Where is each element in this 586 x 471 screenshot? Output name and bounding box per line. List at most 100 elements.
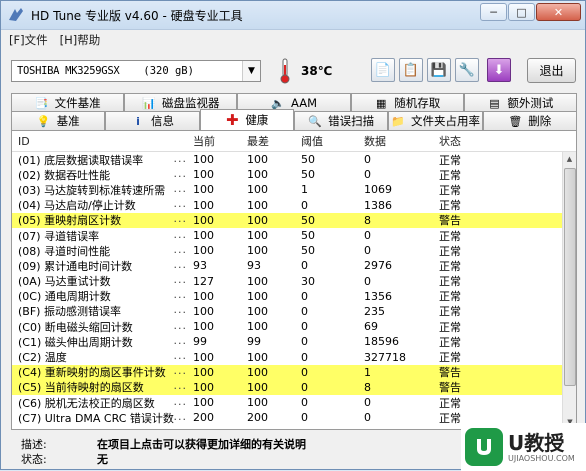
attr-worst: 100	[247, 199, 301, 212]
table-row[interactable]: (03) 马达旋转到标准转速所需... 100 100 1 1069 正常	[12, 182, 576, 197]
attr-threshold-text: 0	[301, 411, 308, 425]
tab-folder-usage[interactable]: 📁 文件夹占用率	[388, 111, 483, 130]
table-row[interactable]: (C4) 重新映射的扇区事件计数... 100 100 0 1 警告	[12, 364, 576, 380]
menu-help[interactable]: [H]帮助	[60, 32, 101, 48]
maximize-button[interactable]: □	[508, 3, 535, 21]
title-bar[interactable]: HD Tune 专业版 v4.60 - 硬盘专业工具 ─ □ ✕	[1, 1, 585, 30]
attr-data: 1	[364, 366, 439, 379]
col-current[interactable]: 当前	[193, 133, 247, 149]
table-row[interactable]: (C0) 断电磁头缩回计数... 100 100 0 69 正常	[12, 319, 576, 334]
exit-button[interactable]: 退出	[527, 58, 576, 83]
table-row[interactable]: (09) 累计通电时间计数... 93 93 0 2976 正常	[12, 258, 576, 273]
attr-worst: 200	[247, 411, 301, 424]
tab-row-top: 📑 文件基准 📊 磁盘监视器 🔈 AAM ▦ 随机存取 ▤ 额外测试	[11, 93, 578, 112]
attr-threshold-text: 0	[301, 289, 308, 303]
attr-data-text: 0	[364, 411, 371, 425]
attr-data: 1356	[364, 290, 439, 303]
col-worst[interactable]: 最差	[247, 133, 301, 149]
attr-threshold-text: 50	[301, 244, 315, 258]
attr-worst-text: 100	[247, 320, 268, 334]
table-row[interactable]: (04) 马达启动/停止计数... 100 100 0 1386 正常	[12, 197, 576, 213]
table-row[interactable]: (C6) 脱机无法校正的扇区数... 100 100 0 0 正常	[12, 395, 576, 410]
minimize-button[interactable]: ─	[480, 3, 507, 21]
attr-current-text: 100	[193, 289, 214, 303]
table-row[interactable]: (C5) 当前待映射的扇区数... 100 100 0 8 警告	[12, 379, 576, 395]
tab-random-access[interactable]: ▦ 随机存取	[350, 93, 464, 112]
attr-status: 警告	[439, 379, 499, 395]
attr-data-text: 1386	[364, 198, 392, 212]
attr-status: 正常	[439, 349, 499, 365]
tab-erase[interactable]: 🗑 删除	[482, 111, 577, 130]
attr-data-text: 69	[364, 320, 378, 334]
attr-name: (C7) Ultra DMA CRC 错误计数...	[12, 410, 193, 426]
attr-name-text: (09) 累计通电时间计数	[18, 259, 133, 273]
attr-status-text: 正常	[439, 396, 461, 410]
attr-threshold-text: 0	[301, 380, 308, 394]
attr-data-text: 235	[364, 304, 385, 318]
table-row[interactable]: (01) 底层数据读取错误率... 100 100 50 0 正常	[12, 152, 576, 167]
close-button[interactable]: ✕	[536, 3, 581, 21]
vertical-scrollbar[interactable]: ▲ ▼	[562, 152, 576, 429]
attr-threshold: 50	[301, 244, 364, 257]
random-access-icon: ▦	[376, 96, 387, 110]
extra-tests-icon: ▤	[489, 96, 500, 110]
table-row[interactable]: (07) 寻道错误率... 100 100 50 0 正常	[12, 228, 576, 243]
table-row[interactable]: (0A) 马达重试计数... 127 100 30 0 正常	[12, 273, 576, 289]
attr-name: (01) 底层数据读取错误率...	[12, 152, 193, 168]
attr-status-text: 正常	[439, 275, 461, 289]
attr-current: 100	[193, 229, 247, 242]
info-area: 描述: 在项目上点击可以获得更加详细的有关说明 状态: 无	[21, 437, 306, 467]
attr-data: 18596	[364, 335, 439, 348]
table-row[interactable]: (02) 数据吞吐性能... 100 100 50 0 正常	[12, 167, 576, 182]
copy-screen-button[interactable]: 📋	[399, 58, 423, 82]
copy-text-button[interactable]: 📄	[371, 58, 395, 82]
attr-name: (05) 重映射扇区计数...	[12, 212, 193, 228]
attr-worst: 100	[247, 183, 301, 196]
tab-benchmark[interactable]: 💡 基准	[11, 111, 106, 130]
attr-name: (0A) 马达重试计数...	[12, 273, 193, 289]
scroll-up-icon[interactable]: ▲	[563, 152, 576, 166]
ellipsis-marker: ...	[173, 151, 187, 165]
options-button[interactable]: 🔧	[455, 58, 479, 82]
attr-data: 0	[364, 153, 439, 166]
status-label: 状态:	[21, 453, 47, 466]
attr-status-text: 正常	[439, 183, 461, 197]
download-button[interactable]: ⬇	[487, 58, 511, 82]
attr-worst: 100	[247, 305, 301, 318]
col-id[interactable]: ID	[12, 135, 193, 148]
file-benchmark-icon: 📑	[34, 96, 49, 110]
window-title: HD Tune 专业版 v4.60 - 硬盘专业工具	[31, 8, 243, 23]
tab-file-benchmark[interactable]: 📑 文件基准	[11, 93, 125, 112]
tab-error-scan[interactable]: 🔍 错误扫描	[293, 111, 389, 130]
tab-health[interactable]: ✚ 健康	[199, 109, 294, 130]
attr-threshold: 50	[301, 229, 364, 242]
ellipsis-marker: ...	[173, 349, 187, 363]
attr-status: 正常	[439, 228, 499, 244]
table-row[interactable]: (0C) 通电周期计数... 100 100 0 1356 正常	[12, 288, 576, 304]
tab-extra-tests[interactable]: ▤ 额外测试	[463, 93, 578, 112]
scroll-thumb[interactable]	[564, 168, 576, 386]
attr-current: 100	[193, 396, 247, 409]
attr-name-text: (08) 寻道时间性能	[18, 244, 111, 258]
attr-worst-text: 100	[247, 274, 268, 288]
chevron-down-icon[interactable]: ▼	[242, 61, 260, 81]
tab-info[interactable]: i 信息	[105, 111, 200, 130]
attr-data: 1386	[364, 199, 439, 212]
table-row[interactable]: (BF) 振动感测错误率... 100 100 0 235 正常	[12, 303, 576, 319]
attr-name-text: (C6) 脱机无法校正的扇区数	[18, 396, 155, 410]
table-row[interactable]: (08) 寻道时间性能... 100 100 50 0 正常	[12, 243, 576, 258]
menu-file[interactable]: [F]文件	[9, 32, 48, 48]
table-row[interactable]: (C2) 温度... 100 100 0 327718 正常	[12, 349, 576, 364]
col-data[interactable]: 数据	[364, 133, 439, 149]
table-row[interactable]: (05) 重映射扇区计数... 100 100 50 8 警告	[12, 212, 576, 228]
col-threshold[interactable]: 阈值	[301, 133, 364, 149]
col-status[interactable]: 状态	[439, 133, 499, 149]
attr-name-text: (C4) 重新映射的扇区事件计数	[18, 366, 166, 380]
attr-threshold: 0	[301, 320, 364, 333]
drive-select[interactable]: TOSHIBA MK3259GSX (320 gB) ▼	[11, 60, 261, 82]
attr-data-text: 0	[364, 274, 371, 288]
save-button[interactable]: 💾	[427, 58, 451, 82]
table-row[interactable]: (C1) 磁头伸出周期计数... 99 99 0 18596 正常	[12, 334, 576, 349]
options-icon: 🔧	[458, 62, 476, 78]
ellipsis-marker: ...	[173, 227, 187, 241]
